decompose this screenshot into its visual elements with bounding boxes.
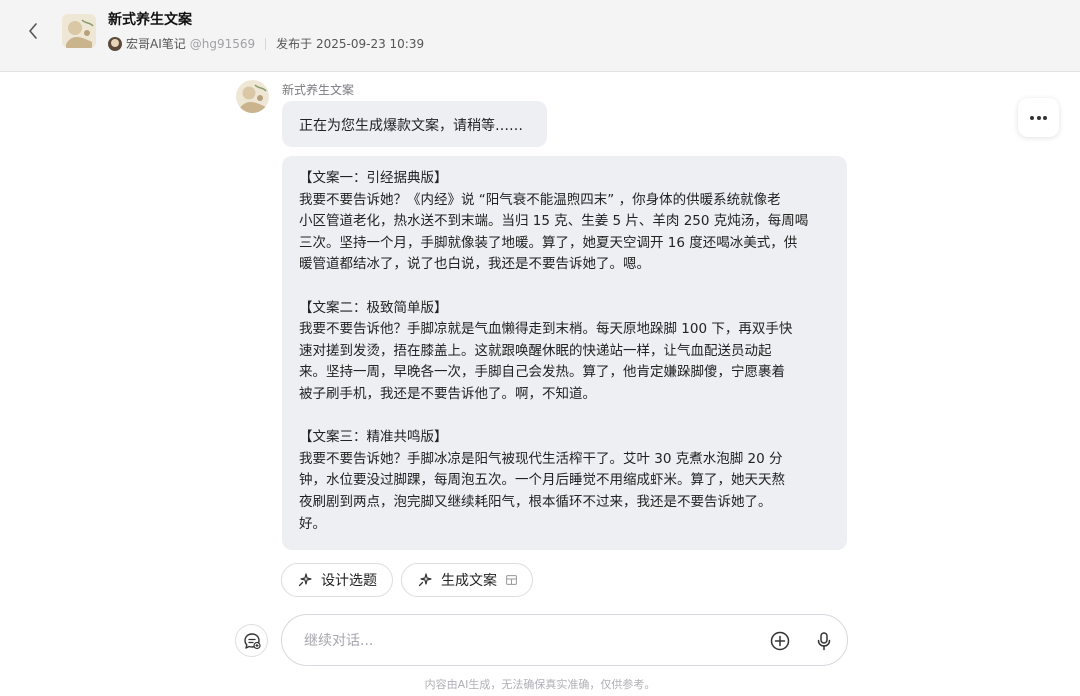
- author-avatar: [108, 36, 122, 51]
- table-icon: [506, 575, 517, 585]
- voice-input-button[interactable]: [813, 630, 835, 652]
- generated-copy-bubble: 【文案一：引经据典版】 我要不要告诉她？《内经》说 “阳气衰不能温煦四末” ，你…: [282, 156, 847, 550]
- add-attachment-button[interactable]: [769, 630, 791, 652]
- copy-heading: 【文案三：精准共鸣版】: [299, 429, 448, 446]
- publish-time: 发布于 2025-09-23 10:39: [276, 37, 425, 51]
- generate-copy-label: 生成文案: [441, 573, 497, 589]
- design-topic-label: 设计选题: [321, 573, 377, 589]
- ai-disclaimer: 内容由AI生成，无法确保真实准确，仅供参考。: [424, 678, 656, 691]
- copy-heading: 【文案二：极致简单版】: [299, 299, 448, 316]
- bot-name: 新式养生文案: [282, 83, 355, 97]
- copy-heading: 【文案一：引经据典版】: [299, 170, 448, 186]
- suggested-actions: 设计选题 生成文案: [281, 563, 533, 597]
- bot-avatar: [236, 80, 269, 113]
- copy-line: 好。: [299, 515, 326, 532]
- page-title: 新式养生文案: [108, 12, 192, 28]
- bot-avatar-header: [62, 14, 96, 48]
- copy-line: 三次。坚持一个月，手脚就像装了地暖。算了，她夏天空调开 16 度还喝冰美式，供: [299, 234, 798, 251]
- copy-line: 暖管道都结冰了，说了也白说，我还是不要告诉她了。嗯。: [299, 256, 650, 273]
- author-handle: @hg91569: [189, 36, 256, 51]
- design-topic-button[interactable]: 设计选题: [281, 563, 393, 597]
- copy-line: 我要不要告诉他？手脚凉就是气血懒得走到末梢。每天原地跺脚 100 下，再双手快: [299, 321, 793, 338]
- more-icon-dot: [1036, 115, 1041, 120]
- plus-circle-icon: [770, 631, 790, 651]
- copy-line: 来。坚持一周，早晚各一次，手脚自己会发热。算了，他肯定嫌跺脚傻，宁愿裹着: [299, 364, 785, 381]
- sparkle-icon: [298, 573, 312, 587]
- back-button[interactable]: [22, 20, 44, 42]
- more-options-button[interactable]: [1018, 98, 1059, 137]
- copy-line: 被子刷手机，我还是不要告诉他了。啊，不知道。: [299, 385, 596, 402]
- copy-line: 我要不要告诉她？《内经》说 “阳气衰不能温煦四末” ，你身体的供暖系统就像老: [299, 191, 781, 208]
- chat-input[interactable]: [304, 629, 744, 653]
- copy-line: 我要不要告诉她？手脚冰凉是阳气被现代生活榨干了。艾叶 30 克煮水泡脚 20 分: [299, 450, 783, 467]
- header-meta: 宏哥AI笔记 @hg91569 发布于 2025-09-23 10:39: [108, 35, 424, 52]
- new-chat-icon: [243, 632, 261, 649]
- more-icon: [1030, 115, 1035, 120]
- meta-divider: [265, 37, 267, 50]
- copy-line: 钟，水位要没过脚踝，每周泡五次。一个月后睡觉不用缩成虾米。算了，她天天熬: [299, 472, 785, 489]
- copy-line: 速对搓到发烫，捂在膝盖上。这就跟唤醒休眠的快递站一样，让气血配送员动起: [299, 342, 772, 359]
- copy-line: 小区管道老化，热水送不到末端。当归 15 克、生姜 5 片、羊肉 250 克炖汤…: [299, 213, 809, 230]
- author-name[interactable]: 宏哥AI笔记: [126, 35, 186, 52]
- chat-header: 新式养生文案 宏哥AI笔记 @hg91569 发布于 2025-09-23 10…: [0, 0, 1080, 72]
- chat-input-box: [281, 614, 848, 666]
- new-chat-button[interactable]: [235, 624, 268, 657]
- more-icon-dot: [1042, 115, 1047, 120]
- microphone-icon: [817, 632, 831, 651]
- generate-copy-button[interactable]: 生成文案: [401, 563, 533, 597]
- copy-line: 夜刷剧到两点，泡完脚又继续耗阳气，根本循环不过来，我还是不要告诉她了。: [299, 493, 772, 510]
- status-message-bubble: 正在为您生成爆款文案，请稍等……: [282, 101, 547, 147]
- back-arrow-icon: [29, 23, 37, 39]
- sparkle-icon: [418, 573, 432, 587]
